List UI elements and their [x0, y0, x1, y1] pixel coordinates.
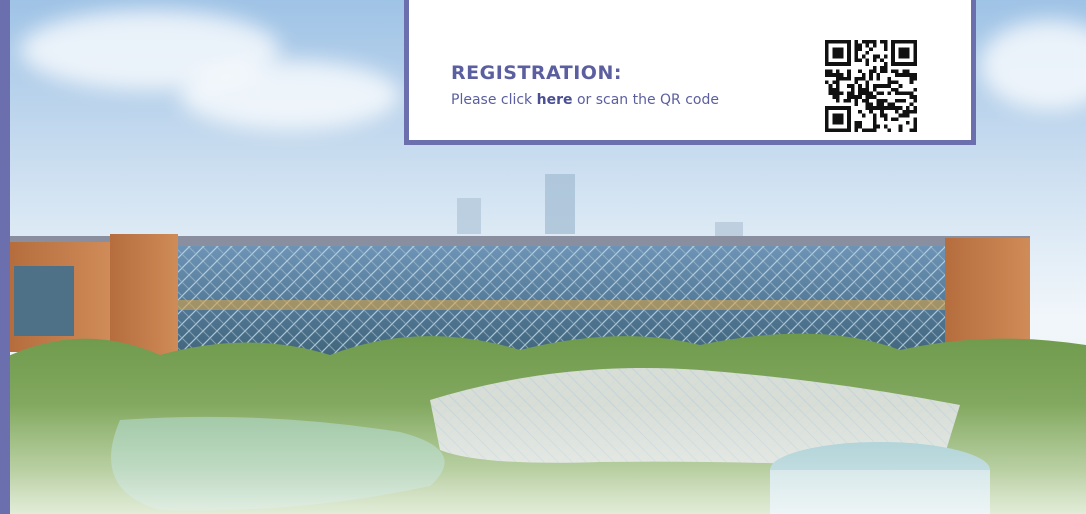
bottom-fade-overlay [0, 404, 1086, 514]
cloud [180, 60, 400, 130]
here-link[interactable]: here [537, 92, 573, 108]
qr-code-icon[interactable] [823, 40, 919, 132]
instruction-text-end: or scan the QR code [572, 92, 720, 108]
registration-instructions: Please click here or scan the QR code [451, 92, 719, 108]
registration-title: REGISTRATION: [451, 62, 622, 84]
registration-card: REGISTRATION: Please click here or scan … [404, 0, 976, 145]
page-banner: REGISTRATION: Please click here or scan … [0, 0, 1086, 514]
instruction-text-start: Please click [451, 92, 537, 108]
left-accent-bar [0, 0, 10, 514]
